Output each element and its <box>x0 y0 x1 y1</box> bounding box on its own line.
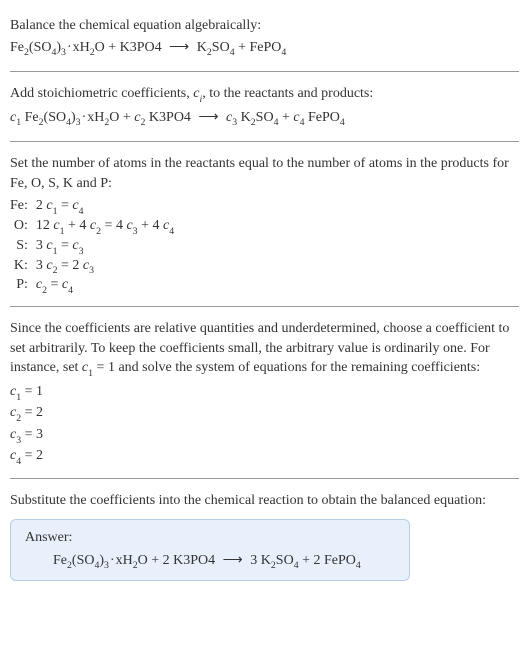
element-equation: c2 = c4 <box>36 276 180 296</box>
table-row: K: 3 c2 = 2 c3 <box>10 257 180 277</box>
divider <box>10 71 519 72</box>
step3-section: Since the coefficients are relative quan… <box>10 311 519 474</box>
element-label: P: <box>10 276 36 296</box>
divider <box>10 478 519 479</box>
element-equation: 2 c1 = c4 <box>36 197 180 217</box>
divider <box>10 141 519 142</box>
table-row: P: c2 = c4 <box>10 276 180 296</box>
step2-section: Set the number of atoms in the reactants… <box>10 146 519 302</box>
intro-section: Balance the chemical equation algebraica… <box>10 8 519 67</box>
step4-text: Substitute the coefficients into the che… <box>10 491 519 511</box>
step2-text: Set the number of atoms in the reactants… <box>10 154 519 193</box>
element-label: O: <box>10 217 36 237</box>
answer-label: Answer: <box>25 530 395 546</box>
answer-box: Answer: Fe2(SO4)3·xH2O + 2 K3PO4 ⟶ 3 K2S… <box>10 519 410 582</box>
step1-equation: c1 Fe2(SO4)3·xH2O + c2 K3PO4 ⟶ c3 K2SO4 … <box>10 108 519 130</box>
coeff-line: c1 = 1 <box>10 382 519 404</box>
step3-text: Since the coefficients are relative quan… <box>10 319 519 380</box>
element-equation: 12 c1 + 4 c2 = 4 c3 + 4 c4 <box>36 217 180 237</box>
coeff-line: c3 = 3 <box>10 425 519 447</box>
element-equation: 3 c1 = c3 <box>36 237 180 257</box>
element-label: K: <box>10 257 36 277</box>
coeff-list: c1 = 1 c2 = 2 c3 = 3 c4 = 2 <box>10 382 519 468</box>
element-equation: 3 c2 = 2 c3 <box>36 257 180 277</box>
table-row: O: 12 c1 + 4 c2 = 4 c3 + 4 c4 <box>10 217 180 237</box>
coeff-line: c4 = 2 <box>10 446 519 468</box>
answer-equation: Fe2(SO4)3·xH2O + 2 K3PO4 ⟶ 3 K2SO4 + 2 F… <box>25 552 395 571</box>
step1-text: Add stoichiometric coefficients, ci, to … <box>10 84 519 106</box>
coeff-line: c2 = 2 <box>10 403 519 425</box>
element-label: Fe: <box>10 197 36 217</box>
intro-equation: Fe2(SO4)3·xH2O + K3PO4 ⟶ K2SO4 + FePO4 <box>10 38 519 60</box>
table-row: S: 3 c1 = c3 <box>10 237 180 257</box>
element-label: S: <box>10 237 36 257</box>
divider <box>10 306 519 307</box>
atoms-table: Fe: 2 c1 = c4 O: 12 c1 + 4 c2 = 4 c3 + 4… <box>10 197 180 296</box>
intro-text: Balance the chemical equation algebraica… <box>10 16 519 36</box>
table-row: Fe: 2 c1 = c4 <box>10 197 180 217</box>
step1-section: Add stoichiometric coefficients, ci, to … <box>10 76 519 137</box>
step4-section: Substitute the coefficients into the che… <box>10 483 519 587</box>
